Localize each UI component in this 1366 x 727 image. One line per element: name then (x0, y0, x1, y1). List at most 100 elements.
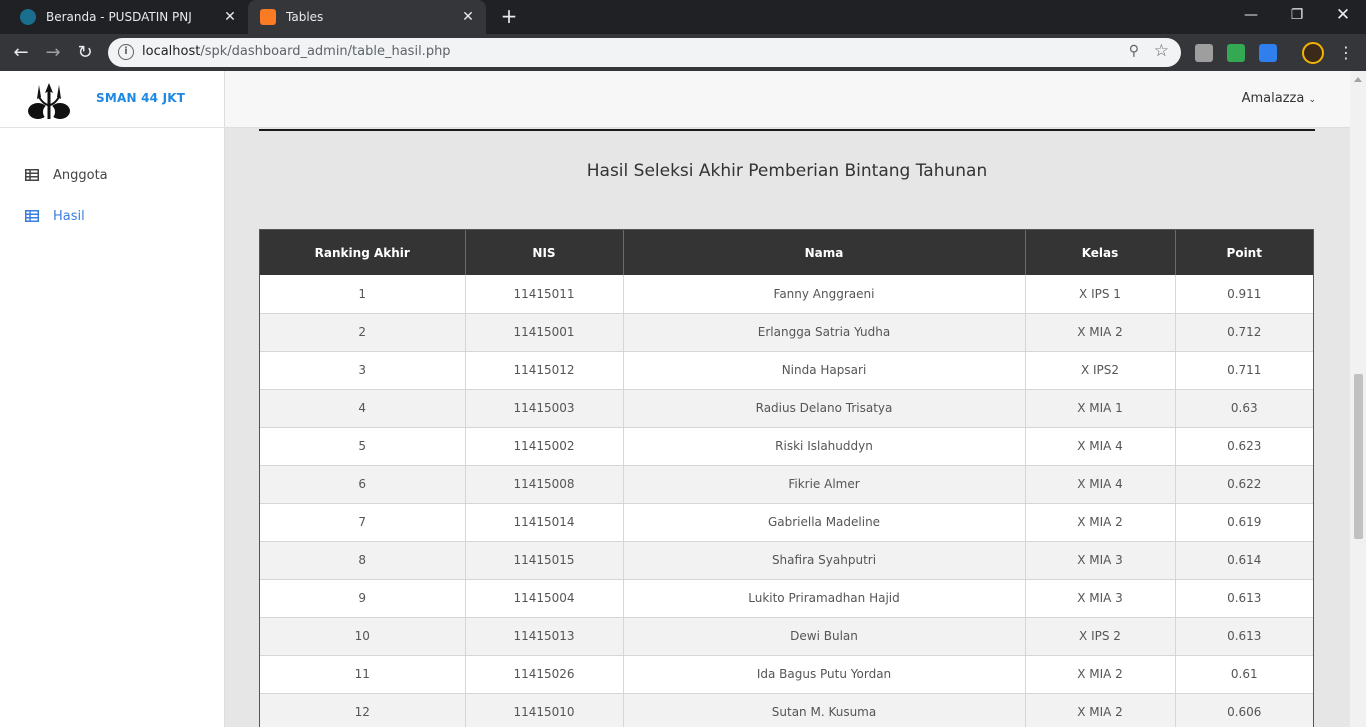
sidebar-item-anggota[interactable]: Anggota (0, 159, 225, 191)
extension-cube-icon[interactable] (1195, 44, 1213, 62)
table-cell: Fikrie Almer (623, 465, 1026, 504)
table-cell: 8 (260, 541, 466, 580)
extension-check-icon[interactable] (1259, 44, 1277, 62)
user-name: Amalazza (1241, 91, 1305, 106)
zoom-icon[interactable]: ⚲ (1129, 43, 1139, 59)
sidebar-item-label: Anggota (53, 167, 108, 183)
brand[interactable]: SMAN 44 JKT (0, 71, 225, 128)
table-cell: Gabriella Madeline (623, 503, 1026, 542)
extension-mail-icon[interactable] (1227, 44, 1245, 62)
results-table: Ranking Akhir NIS Nama Kelas Point 1 1141… (259, 229, 1314, 727)
table-row: 12 11415010 Sutan M. Kusuma X MIA 2 0.606 (260, 693, 1313, 727)
table-cell: Lukito Priramadhan Hajid (623, 579, 1026, 618)
table-cell: 0.63 (1175, 389, 1313, 428)
site-info-icon[interactable]: i (118, 44, 134, 60)
sidebar-item-hasil[interactable]: Hasil (0, 200, 225, 232)
browser-tab-beranda[interactable]: Beranda - PUSDATIN PNJ ✕ (8, 0, 248, 34)
table-cell: 0.614 (1175, 541, 1313, 580)
scrollbar-thumb[interactable] (1354, 374, 1363, 539)
table-cell: 3 (260, 351, 466, 390)
table-cell: 0.606 (1175, 693, 1313, 727)
close-window-icon[interactable]: ✕ (1320, 0, 1366, 30)
table-cell: 0.619 (1175, 503, 1313, 542)
column-header: Ranking Akhir (260, 230, 466, 275)
table-cell: 11415012 (465, 351, 624, 390)
bookmark-star-icon[interactable]: ☆ (1154, 41, 1169, 61)
table-cell: 11 (260, 655, 466, 694)
address-bar[interactable]: i localhost/spk/dashboard_admin/table_ha… (108, 38, 1181, 67)
table-body: 1 11415011 Fanny Anggraeni X IPS 1 0.911 2 114… (260, 275, 1313, 727)
table-cell: 11415026 (465, 655, 624, 694)
table-row: 8 11415015 Shafira Syahputri X MIA 3 0.614 (260, 541, 1313, 580)
close-tab-icon[interactable]: ✕ (458, 9, 478, 25)
table-cell: X MIA 4 (1025, 465, 1176, 504)
table-cell: 11415004 (465, 579, 624, 618)
table-cell: 12 (260, 693, 466, 727)
back-icon[interactable]: ← (8, 40, 34, 66)
table-cell: 0.613 (1175, 617, 1313, 656)
school-logo-icon (28, 83, 70, 119)
url-text[interactable]: localhost/spk/dashboard_admin/table_hasi… (142, 44, 451, 59)
column-header: Point (1175, 230, 1313, 275)
table-cell: Ninda Hapsari (623, 351, 1026, 390)
table-cell: Riski Islahuddyn (623, 427, 1026, 466)
column-header: NIS (465, 230, 624, 275)
table-cell: X MIA 2 (1025, 313, 1176, 352)
browser-menu-icon[interactable]: ⋮ (1336, 41, 1356, 65)
close-tab-icon[interactable]: ✕ (220, 9, 240, 25)
table-cell: Sutan M. Kusuma (623, 693, 1026, 727)
table-cell: Shafira Syahputri (623, 541, 1026, 580)
sidebar-item-label: Hasil (53, 208, 85, 224)
table-row: 3 11415012 Ninda Hapsari X IPS2 0.711 (260, 351, 1313, 390)
table-cell: 11415003 (465, 389, 624, 428)
table-cell: X MIA 2 (1025, 503, 1176, 542)
table-cell: 11415001 (465, 313, 624, 352)
table-cell: 11415011 (465, 275, 624, 314)
table-cell: X MIA 1 (1025, 389, 1176, 428)
table-row: 11 11415026 Ida Bagus Putu Yordan X MIA 2 0.… (260, 655, 1313, 694)
site-favicon-icon (20, 9, 36, 25)
column-header: Nama (623, 230, 1026, 275)
table-icon (25, 210, 39, 222)
forward-icon[interactable]: → (40, 40, 66, 66)
table-row: 6 11415008 Fikrie Almer X MIA 4 0.622 (260, 465, 1313, 504)
browser-tab-bar: Beranda - PUSDATIN PNJ ✕ Tables ✕ + — ❐ … (0, 0, 1366, 34)
table-cell: 9 (260, 579, 466, 618)
page-scrollbar[interactable] (1350, 71, 1366, 727)
reload-icon[interactable]: ↻ (72, 40, 98, 66)
scroll-up-icon[interactable] (1354, 77, 1362, 82)
table-cell: Ida Bagus Putu Yordan (623, 655, 1026, 694)
table-cell: X MIA 3 (1025, 541, 1176, 580)
table-cell: X MIA 2 (1025, 693, 1176, 727)
table-cell: 4 (260, 389, 466, 428)
profile-avatar-icon[interactable] (1302, 42, 1324, 64)
table-cell: 0.711 (1175, 351, 1313, 390)
minimize-icon[interactable]: — (1228, 0, 1274, 30)
table-cell: X IPS 1 (1025, 275, 1176, 314)
table-cell: X IPS 2 (1025, 617, 1176, 656)
user-menu[interactable]: Amalazza ⌄ (1242, 91, 1316, 106)
table-cell: Dewi Bulan (623, 617, 1026, 656)
table-cell: 11415008 (465, 465, 624, 504)
table-row: 4 11415003 Radius Delano Trisatya X MIA 1 0.… (260, 389, 1313, 428)
tab-title: Tables (286, 10, 324, 24)
browser-toolbar: ← → ↻ i localhost/spk/dashboard_admin/ta… (0, 34, 1366, 71)
new-tab-icon[interactable]: + (498, 5, 520, 27)
table-cell: 10 (260, 617, 466, 656)
table-cell: 7 (260, 503, 466, 542)
tab-title: Beranda - PUSDATIN PNJ (46, 10, 192, 24)
table-cell: 0.712 (1175, 313, 1313, 352)
table-cell: 11415002 (465, 427, 624, 466)
table-cell: 0.911 (1175, 275, 1313, 314)
xampp-favicon-icon (260, 9, 276, 25)
page-title: Hasil Seleksi Akhir Pemberian Bintang Ta… (586, 161, 988, 181)
table-cell: 0.623 (1175, 427, 1313, 466)
table-cell: 0.622 (1175, 465, 1313, 504)
restore-icon[interactable]: ❐ (1274, 0, 1320, 30)
column-header: Kelas (1025, 230, 1176, 275)
table-cell: 0.61 (1175, 655, 1313, 694)
table-cell: 2 (260, 313, 466, 352)
table-cell: 11415015 (465, 541, 624, 580)
table-cell: X IPS2 (1025, 351, 1176, 390)
browser-tab-tables[interactable]: Tables ✕ (248, 0, 486, 34)
